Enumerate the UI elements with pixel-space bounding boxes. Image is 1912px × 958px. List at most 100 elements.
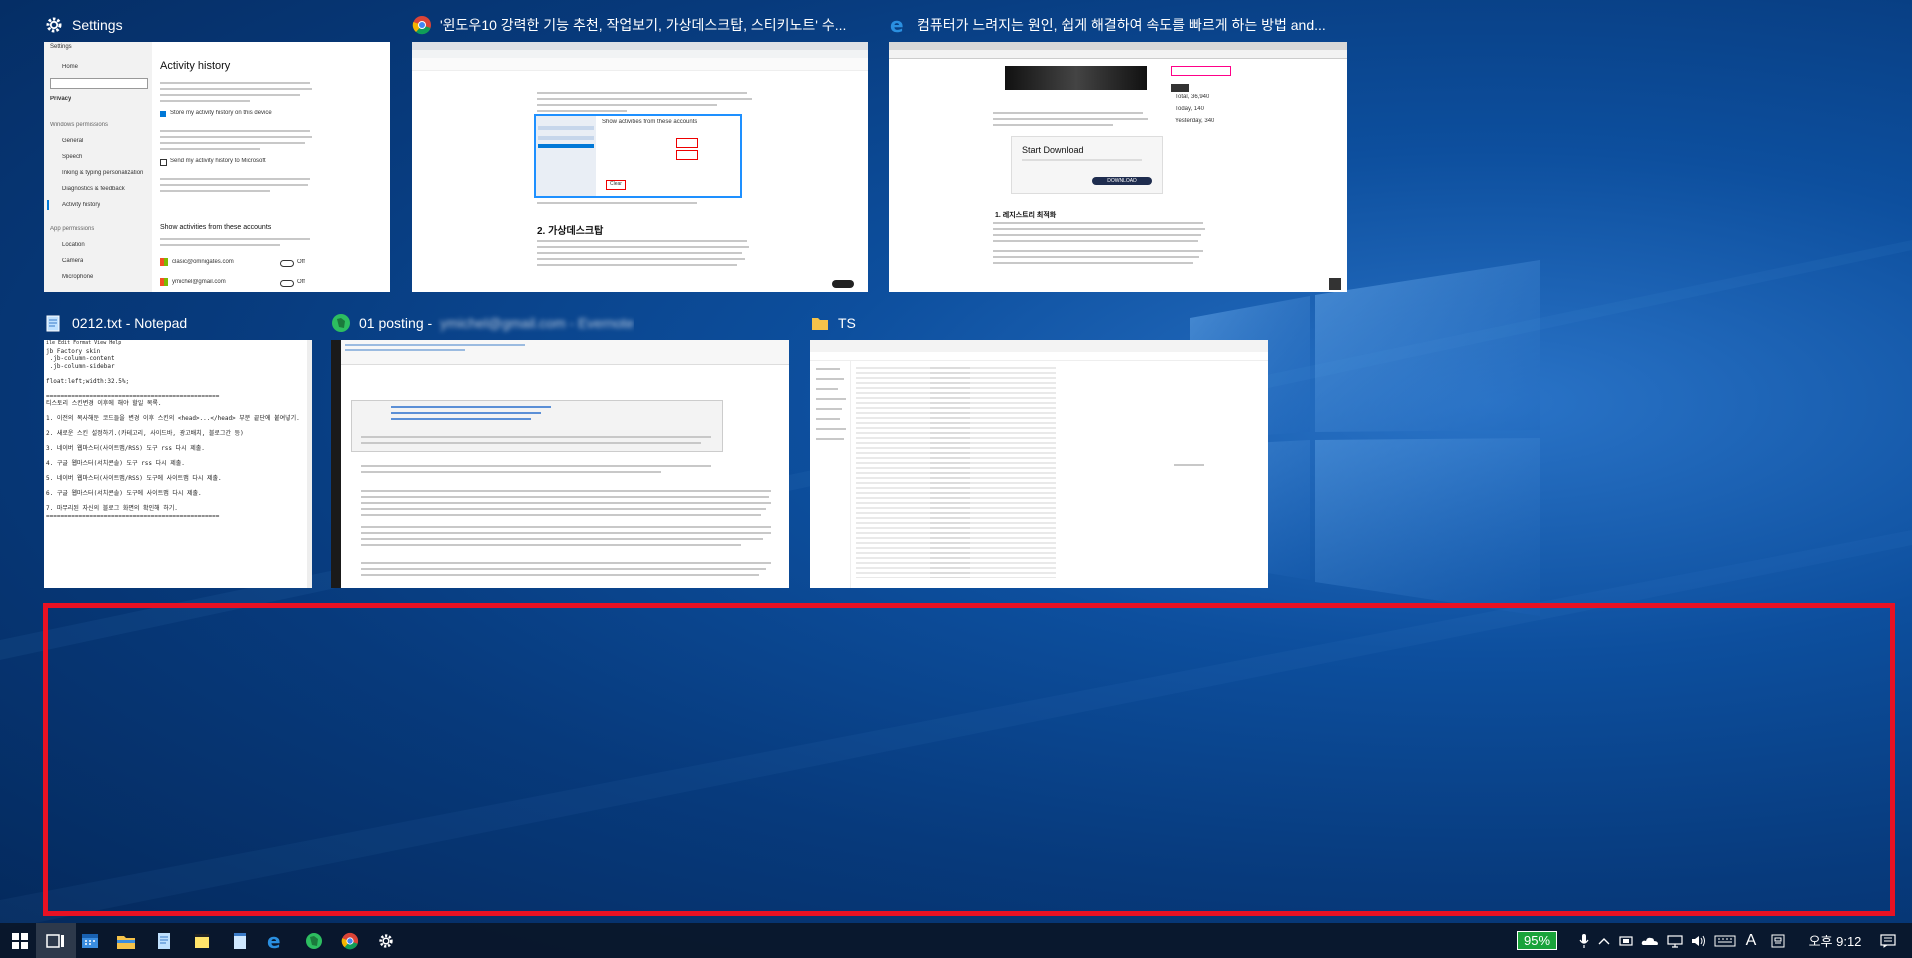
checkbox-store-label: Store my activity history on this device: [170, 110, 272, 116]
volume-icon[interactable]: [1688, 923, 1710, 958]
gear-icon: [379, 933, 393, 948]
microphone-icon[interactable]: [1574, 923, 1594, 958]
chrome-icon: [412, 15, 432, 35]
sticky-notes-icon: [195, 933, 209, 948]
sidebar-item[interactable]: Privacy: [50, 96, 71, 102]
battery-indicator[interactable]: 95%: [1517, 923, 1558, 958]
sidebar-heading: Windows permissions: [50, 122, 109, 128]
sidebar-heading-box: [1171, 66, 1231, 76]
blurred-account: ymichel@gmail.com - Evernote: [440, 315, 635, 331]
scroll-button[interactable]: [832, 280, 854, 288]
notepad-thumbnail: ile Edit Format View Help jb Factory ski…: [44, 340, 312, 588]
page-title: Activity history: [160, 60, 231, 72]
window-explorer[interactable]: TS: [810, 315, 1268, 588]
browser-addressbar: [889, 50, 1347, 59]
toggle-label: Off: [297, 259, 305, 265]
dialog-heading: Show activities from these accounts: [602, 119, 698, 125]
chevron-up-icon[interactable]: [1594, 923, 1614, 958]
onedrive-icon[interactable]: [1638, 923, 1662, 958]
window-notepad[interactable]: 0212.txt - Notepad ile Edit Format View …: [44, 315, 312, 588]
microsoft-logo-icon: [160, 258, 168, 266]
checkbox-send-label: Send my activity history to Microsoft: [170, 158, 266, 164]
evernote-icon: [331, 313, 351, 333]
scrollbar[interactable]: [307, 340, 312, 588]
text-line: [46, 453, 300, 461]
article-image: [1005, 66, 1147, 90]
taskbar-app-edge[interactable]: e: [256, 923, 296, 958]
window-title: 0212.txt - Notepad: [72, 315, 188, 331]
ime-hangul-icon[interactable]: [1768, 923, 1788, 958]
sidebar-item[interactable]: Microphone: [62, 274, 93, 280]
text-line: [46, 483, 300, 491]
taskbar-app-calendar[interactable]: [70, 923, 110, 958]
sidebar-item-active[interactable]: Activity history: [62, 202, 100, 208]
window-chrome[interactable]: '윈도우10 강력한 기능 추천, 작업보기, 가상데스크탑, 스티키노트' 수…: [412, 16, 868, 292]
chrome-icon: [341, 932, 359, 949]
taskbar-app-evernote[interactable]: [294, 923, 334, 958]
stat-line: Total, 36,940: [1175, 94, 1210, 100]
sidebar-item[interactable]: Inking & typing personalization: [62, 170, 143, 176]
settings-search[interactable]: [50, 78, 148, 89]
text-line: float:left;width:32.5%;: [46, 377, 130, 385]
selection-rectangle: [43, 603, 1895, 916]
scroll-top-button[interactable]: [1329, 278, 1341, 290]
menu-line[interactable]: ile Edit Format View Help: [46, 340, 300, 348]
text-line: jb Factory skin: [46, 347, 101, 355]
taskbar-app-sticky-notes[interactable]: [182, 923, 222, 958]
taskbar-app-file-explorer[interactable]: [106, 923, 146, 958]
ime-mode[interactable]: A: [1742, 923, 1760, 958]
usb-icon[interactable]: [1616, 923, 1636, 958]
window-evernote[interactable]: 01 posting - ymichel@gmail.com - Evernot…: [331, 314, 789, 588]
settings-content: Activity history Store my activity histo…: [152, 42, 390, 292]
window-title: 컴퓨터가 느려지는 원인, 쉽게 해결하여 속도를 빠르게 하는 방법 and.…: [917, 17, 1326, 33]
taskbar-app-notepad-2[interactable]: [220, 923, 260, 958]
window-title: '윈도우10 강력한 기능 추천, 작업보기, 가상데스크탑, 스티키노트' 수…: [440, 17, 847, 33]
text-line: [46, 498, 300, 506]
text-line: 4. 구글 웹마스터(서치콘솔) 도구 rss 다시 제출.: [46, 460, 185, 467]
notepad-icon: [44, 313, 64, 333]
action-center-icon[interactable]: [1874, 923, 1902, 958]
window-edge[interactable]: e 컴퓨터가 느려지는 원인, 쉽게 해결하여 속도를 빠르게 하는 방법 an…: [889, 15, 1347, 292]
folder-icon: [810, 313, 830, 333]
checkbox-store[interactable]: [160, 111, 166, 117]
clock[interactable]: 오후 9:12: [1800, 923, 1870, 958]
file-list-dates: [930, 364, 970, 578]
toggle-switch[interactable]: [280, 280, 294, 287]
editor-toolbar: [412, 58, 868, 71]
window-header: Settings: [44, 12, 123, 38]
taskbar-app-settings[interactable]: [366, 923, 406, 958]
text-line: 3. 네이버 웹마스터(사이트맵/RSS) 도구 rss 다시 제출.: [46, 445, 205, 452]
start-button[interactable]: [0, 923, 40, 958]
window-title: TS: [838, 315, 856, 331]
sidebar-item[interactable]: Diagnostics & feedback: [62, 186, 125, 192]
explorer-addressbar: [810, 352, 1268, 361]
svg-text:e: e: [890, 15, 904, 35]
windows-icon: [12, 932, 28, 949]
browser-tabstrip: [889, 42, 1347, 50]
sidebar-item[interactable]: Speech: [62, 154, 82, 160]
taskbar-app-notepad[interactable]: [144, 923, 184, 958]
sidebar-item[interactable]: General: [62, 138, 83, 144]
toggle-switch[interactable]: [280, 260, 294, 267]
text-line: 1. 이전의 복사해둔 코드들을 변경 이후 스킨의 <head>...</he…: [46, 415, 300, 422]
ad-box: Start Download DOWNLOAD: [1011, 136, 1163, 194]
evernote-icon: [306, 932, 322, 949]
battery-percent: 95%: [1517, 931, 1558, 950]
account-email: clasic@omnigates.com: [172, 259, 234, 265]
taskbar-app-chrome[interactable]: [330, 923, 370, 958]
sidebar-item[interactable]: Camera: [62, 258, 83, 264]
keyboard-icon[interactable]: [1712, 923, 1738, 958]
clear-button[interactable]: Clear: [606, 180, 626, 190]
network-icon[interactable]: [1664, 923, 1686, 958]
clock-time: 오후 9:12: [1808, 934, 1862, 949]
window-settings[interactable]: Settings Settings Home Privacy Windows p…: [44, 17, 390, 292]
notepad-content: ile Edit Format View Help jb Factory ski…: [46, 340, 300, 520]
screenshot-image: Show activities from these accounts Clea…: [534, 114, 742, 198]
checkbox-send[interactable]: [160, 159, 167, 166]
text-line: .jb-column-content: [46, 355, 115, 362]
sidebar-item[interactable]: Home: [62, 64, 78, 70]
ad-download-button[interactable]: DOWNLOAD: [1092, 177, 1152, 185]
sidebar-item[interactable]: Location: [62, 242, 85, 248]
svg-text:e: e: [267, 931, 281, 951]
text-line: [46, 370, 300, 378]
